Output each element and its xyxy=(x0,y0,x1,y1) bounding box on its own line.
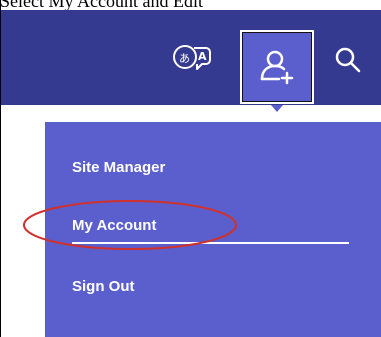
account-button[interactable] xyxy=(240,30,314,104)
search-icon xyxy=(335,47,361,73)
search-button[interactable] xyxy=(328,40,368,80)
dropdown-caret xyxy=(271,105,283,112)
active-item-underline xyxy=(72,242,349,244)
svg-text:あ: あ xyxy=(179,52,190,65)
add-user-icon xyxy=(260,50,294,85)
svg-text:A: A xyxy=(198,50,207,63)
account-dropdown-menu: Site Manager My Account Sign Out xyxy=(45,122,381,337)
menu-item-my-account[interactable]: My Account xyxy=(72,217,156,234)
menu-item-sign-out[interactable]: Sign Out xyxy=(72,278,135,295)
translate-button[interactable]: あ A xyxy=(166,33,218,83)
menu-item-site-manager[interactable]: Site Manager xyxy=(72,159,165,176)
translate-icon: あ A xyxy=(173,45,211,70)
